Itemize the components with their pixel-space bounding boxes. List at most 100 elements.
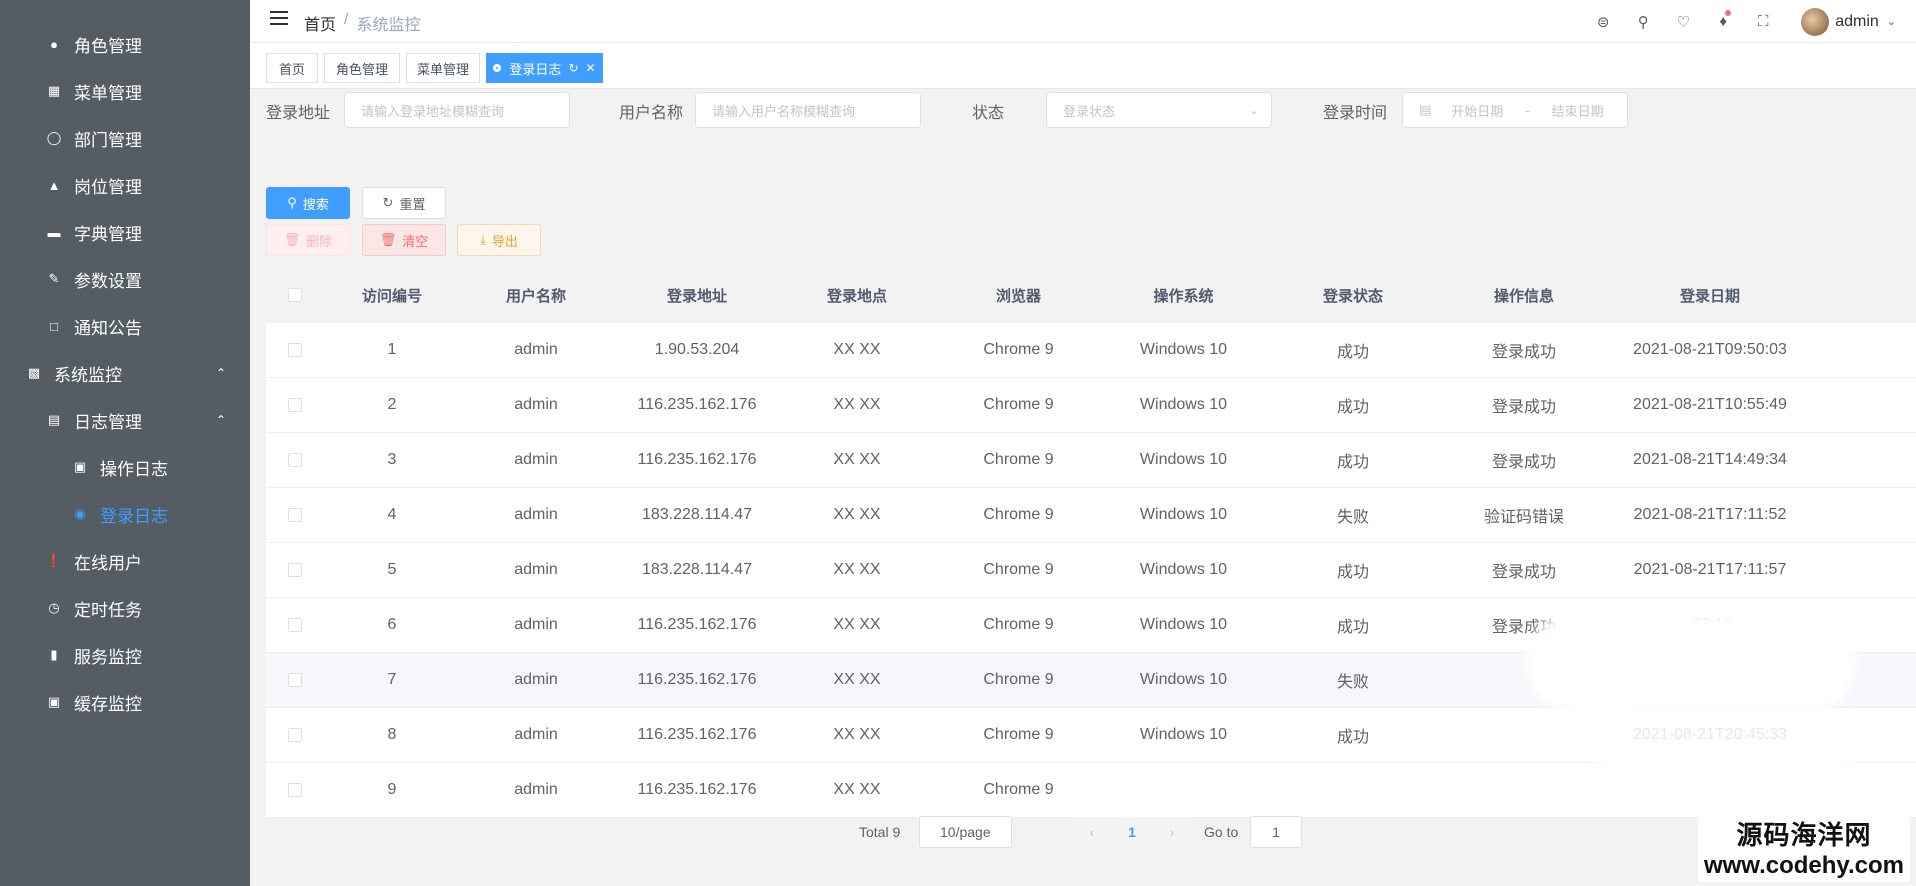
- table-cell: admin: [514, 671, 558, 688]
- filter-time-label: 登录时间: [1323, 105, 1388, 122]
- column-header[interactable]: 登录日期: [1604, 285, 1816, 306]
- tag-menu[interactable]: 菜单管理: [406, 53, 480, 83]
- theme-icon[interactable]: ♡: [1663, 13, 1703, 31]
- table-cell: 7: [387, 671, 397, 688]
- table-cell: XX XX: [833, 781, 881, 798]
- person-icon: ◯: [46, 130, 62, 145]
- filter-status-select[interactable]: 登录状态 ⌄: [1046, 92, 1272, 128]
- table-cell: 183.228.114.47: [641, 506, 753, 523]
- table-cell: 登录成功: [1491, 399, 1556, 416]
- form-icon: ▣: [73, 459, 87, 474]
- sidebar-item-cache[interactable]: ▣ 缓存监控: [0, 673, 250, 731]
- table-cell: 验证码错误: [1483, 509, 1564, 526]
- row-checkbox[interactable]: [288, 563, 302, 577]
- table-row[interactable]: 4 admin 183.228.114.47 XX XX Chrome 9 Windows…: [266, 488, 1916, 543]
- table-header: 访问编号 用户名称 登录地址 登录地点 浏览器 操作系统 登录状态 操作信息 登…: [266, 267, 1916, 323]
- breadcrumb-home[interactable]: 首页: [304, 11, 336, 35]
- trash-icon: 🗑: [283, 232, 301, 247]
- row-checkbox[interactable]: [288, 508, 302, 522]
- clear-button[interactable]: 🗑 清空: [362, 224, 446, 256]
- table-row[interactable]: 2 admin 116.235.162.176 XX XX Chrome 9 Window…: [266, 378, 1916, 433]
- watermark: 源码海洋网 www.codehy.com: [1697, 813, 1910, 882]
- table-row[interactable]: 3 admin 116.235.162.176 XX XX Chrome 9 Window…: [266, 433, 1916, 488]
- search-button[interactable]: ⚲ 搜索: [266, 187, 350, 219]
- user-name[interactable]: admin: [1835, 13, 1879, 31]
- close-icon[interactable]: ✕: [586, 61, 596, 75]
- next-page-button[interactable]: ›: [1154, 817, 1190, 847]
- filter-status-label: 状态: [972, 105, 1005, 122]
- table-cell: Chrome 9: [983, 671, 1054, 688]
- table-cell: XX XX: [833, 341, 881, 358]
- filter-user-input[interactable]: 请输入用户名称模糊查询: [695, 92, 921, 128]
- column-header[interactable]: 浏览器: [932, 285, 1105, 306]
- table-cell: XX XX: [833, 561, 881, 578]
- column-header[interactable]: 登录地址: [612, 285, 782, 306]
- refresh-icon[interactable]: ↻: [568, 61, 578, 75]
- tag-home[interactable]: 首页: [266, 53, 318, 83]
- table-cell: 成功: [1336, 344, 1369, 361]
- chevron-up-icon: ⌃: [215, 366, 226, 380]
- message-icon: □: [50, 318, 58, 334]
- filter-addr-input[interactable]: 请输入登录地址模糊查询: [344, 92, 570, 128]
- chevron-down-icon: ⌄: [1248, 103, 1259, 117]
- table-cell: Chrome 9: [983, 451, 1054, 468]
- tag-role[interactable]: 角色管理: [324, 53, 400, 83]
- filter-date-range[interactable]: ▤ 开始日期 - 结束日期: [1402, 92, 1628, 128]
- row-checkbox[interactable]: [288, 398, 302, 412]
- column-header[interactable]: 访问编号: [324, 285, 460, 306]
- reset-button[interactable]: ↻ 重置: [362, 187, 446, 219]
- breadcrumb: 首页 / 系统监控: [304, 11, 420, 35]
- select-all-checkbox[interactable]: [288, 288, 302, 302]
- table-row[interactable]: 5 admin 183.228.114.47 XX XX Chrome 9 Windows…: [266, 543, 1916, 598]
- online-icon: ❗: [45, 553, 63, 568]
- bell-icon[interactable]: ♦: [1703, 10, 1743, 30]
- table-cell: XX XX: [833, 396, 881, 413]
- source-icon[interactable]: ⊜: [1583, 13, 1623, 31]
- hamburger-icon[interactable]: [270, 11, 288, 25]
- prev-page-button[interactable]: ‹: [1074, 817, 1110, 847]
- page-number-current[interactable]: 1: [1114, 817, 1150, 847]
- tags-view: 首页 角色管理 菜单管理 登录日志 ↻ ✕: [250, 43, 1916, 89]
- header-tools: ⊜ ⚲ ♡ ♦ ⛶ admin ⌄: [1583, 0, 1916, 43]
- tag-logininfor[interactable]: 登录日志 ↻ ✕: [486, 53, 603, 83]
- goto-page-input[interactable]: 1: [1250, 816, 1302, 848]
- camera-icon: ▣: [47, 694, 61, 709]
- table-row[interactable]: 1 admin 1.90.53.204 XX XX Chrome 9 Windows 10…: [266, 323, 1916, 378]
- column-header[interactable]: 操作信息: [1444, 285, 1604, 306]
- table-cell: 1: [387, 341, 397, 358]
- table-cell: Windows 10: [1139, 506, 1228, 523]
- avatar[interactable]: [1801, 7, 1830, 36]
- table-cell: 5: [387, 561, 397, 578]
- row-checkbox[interactable]: [288, 673, 302, 687]
- table-cell: admin: [514, 616, 558, 633]
- row-checkbox[interactable]: [288, 728, 302, 742]
- page-size-select[interactable]: 10/page: [919, 816, 1012, 848]
- table-cell: 2021-08-21T14:49:34: [1633, 451, 1787, 468]
- table-cell: 失败: [1336, 674, 1369, 691]
- row-checkbox[interactable]: [288, 783, 302, 797]
- watermark-url: www.codehy.com: [1703, 852, 1904, 879]
- table-cell: 2021-08-21T17:11:52: [1633, 506, 1787, 523]
- table-cell: XX XX: [833, 671, 881, 688]
- export-button[interactable]: ⤓ 导出: [457, 224, 541, 256]
- column-header[interactable]: 登录地点: [782, 285, 932, 306]
- table-cell: XX XX: [833, 726, 881, 743]
- breadcrumb-separator: /: [344, 11, 349, 28]
- row-checkbox[interactable]: [288, 343, 302, 357]
- table-cell: Windows 10: [1139, 671, 1228, 688]
- search-icon[interactable]: ⚲: [1623, 13, 1663, 31]
- row-checkbox[interactable]: [288, 618, 302, 632]
- fullscreen-icon[interactable]: ⛶: [1743, 13, 1783, 30]
- delete-button[interactable]: 🗑 删除: [266, 224, 350, 256]
- table-cell: admin: [514, 781, 558, 798]
- sidebar: ● 角色管理 ▦ 菜单管理 ◯ 部门管理 ▲ 岗位管理 ▬ 字典管理 ✎ 参数设置 □ 通知公…: [0, 0, 250, 886]
- table-cell: admin: [514, 561, 558, 578]
- column-header[interactable]: 登录状态: [1262, 285, 1444, 306]
- row-checkbox[interactable]: [288, 453, 302, 467]
- active-dot-icon: [493, 64, 502, 72]
- column-header[interactable]: 用户名称: [460, 285, 612, 306]
- log-icon: ▤: [47, 412, 61, 427]
- chevron-down-icon[interactable]: ⌄: [1887, 15, 1896, 28]
- chevron-up-icon: ⌃: [215, 413, 226, 427]
- column-header[interactable]: 操作系统: [1105, 285, 1262, 306]
